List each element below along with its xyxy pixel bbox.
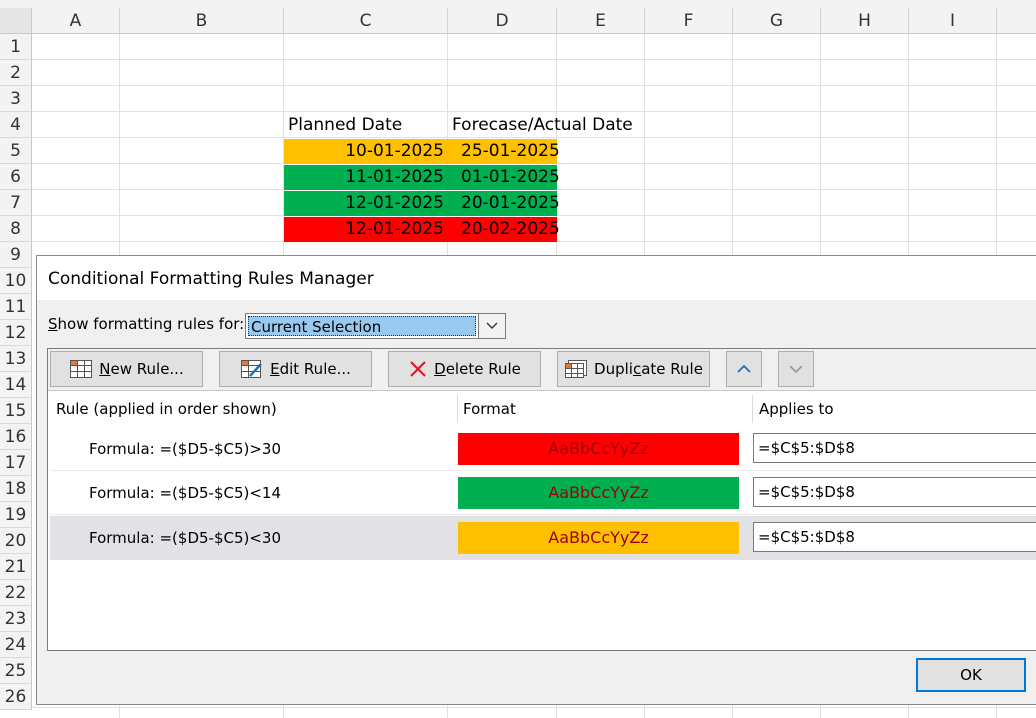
row-header-16[interactable]: 16 <box>0 424 32 450</box>
row-header-18[interactable]: 18 <box>0 476 32 502</box>
chevron-up-icon <box>737 364 751 373</box>
cell-c7[interactable]: 12-01-2025 <box>284 191 448 216</box>
row-header-1[interactable]: 1 <box>0 34 32 60</box>
select-all-corner[interactable] <box>0 8 32 34</box>
conditional-formatting-dialog: Conditional Formatting Rules Manager Sho… <box>36 255 1036 705</box>
delete-x-icon <box>410 361 426 377</box>
applies-column-header: Applies to <box>759 400 834 418</box>
rules-panel: New Rule... Edit Rule... Delete Rule Dup… <box>47 348 1036 651</box>
cell-c8[interactable]: 12-01-2025 <box>284 217 448 242</box>
format-column-header: Format <box>463 400 516 418</box>
row-header-15[interactable]: 15 <box>0 398 32 424</box>
edit-rule-icon <box>241 360 263 378</box>
row-header-10[interactable]: 10 <box>0 268 32 294</box>
row-header-4[interactable]: 4 <box>0 112 32 138</box>
format-preview: AaBbCcYyZz <box>458 477 739 509</box>
cell-d7[interactable]: 20-01-2025 <box>448 191 560 216</box>
chevron-down-icon <box>789 365 803 374</box>
scope-select-value: Current Selection <box>248 316 476 336</box>
row-header-17[interactable]: 17 <box>0 450 32 476</box>
row-header-7[interactable]: 7 <box>0 190 32 216</box>
edit-rule-label: Edit Rule... <box>270 360 351 378</box>
column-header-e[interactable]: E <box>557 8 645 34</box>
rules-toolbar: New Rule... Edit Rule... Delete Rule Dup… <box>48 349 1036 391</box>
cell-d6[interactable]: 01-01-2025 <box>448 165 560 190</box>
duplicate-rule-icon <box>565 360 588 378</box>
new-rule-icon <box>70 360 93 378</box>
row-header-12[interactable]: 12 <box>0 320 32 346</box>
column-header-j[interactable] <box>997 8 1036 34</box>
chevron-down-icon <box>486 322 498 329</box>
row-header-5[interactable]: 5 <box>0 138 32 164</box>
row-header-22[interactable]: 22 <box>0 580 32 606</box>
delete-rule-button[interactable]: Delete Rule <box>388 351 541 387</box>
duplicate-rule-label: Duplicate Rule <box>594 360 703 378</box>
column-header-b[interactable]: B <box>120 8 284 34</box>
new-rule-button[interactable]: New Rule... <box>50 351 203 387</box>
row-header-11[interactable]: 11 <box>0 294 32 320</box>
cell-d5[interactable]: 25-01-2025 <box>448 139 560 164</box>
format-preview: AaBbCcYyZz <box>458 433 739 465</box>
dialog-title: Conditional Formatting Rules Manager <box>37 256 1036 300</box>
column-header-c[interactable]: C <box>284 8 448 34</box>
grid-line <box>32 111 1036 112</box>
column-header-d[interactable]: D <box>448 8 557 34</box>
row-header-8[interactable]: 8 <box>0 216 32 242</box>
row-header-24[interactable]: 24 <box>0 632 32 658</box>
row-header-20[interactable]: 20 <box>0 528 32 554</box>
move-down-button[interactable] <box>778 351 814 387</box>
rule-formula: Formula: =($D5-$C5)>30 <box>89 440 282 458</box>
row-header-3[interactable]: 3 <box>0 86 32 112</box>
rule-row[interactable]: Formula: =($D5-$C5)<14 AaBbCcYyZz =$C$5:… <box>50 471 1036 515</box>
row-header-19[interactable]: 19 <box>0 502 32 528</box>
grid-line <box>32 85 1036 86</box>
row-header-25[interactable]: 25 <box>0 658 32 684</box>
column-header-a[interactable]: A <box>32 8 120 34</box>
duplicate-rule-button[interactable]: Duplicate Rule <box>557 351 710 387</box>
show-label-accesskey: S <box>48 315 58 333</box>
applies-to-input[interactable]: =$C$5:$D$8 <box>753 433 1036 463</box>
row-header-14[interactable]: 14 <box>0 372 32 398</box>
scope-dropdown-button[interactable] <box>478 313 506 339</box>
row-header-26[interactable]: 26 <box>0 684 32 710</box>
column-separator <box>752 395 753 423</box>
rule-formula: Formula: =($D5-$C5)<14 <box>89 484 282 502</box>
cell-d4[interactable]: Forecase/Actual Date <box>448 113 648 138</box>
column-header-g[interactable]: G <box>733 8 821 34</box>
ok-button[interactable]: OK <box>916 658 1026 692</box>
ribbon-edge <box>0 0 1036 8</box>
delete-rule-label: Delete Rule <box>434 360 521 378</box>
column-header-f[interactable]: F <box>645 8 733 34</box>
row-header-23[interactable]: 23 <box>0 606 32 632</box>
row-header-9[interactable]: 9 <box>0 242 32 268</box>
move-up-button[interactable] <box>726 351 762 387</box>
applies-to-input[interactable]: =$C$5:$D$8 <box>753 477 1036 507</box>
scope-select[interactable]: Current Selection <box>245 313 479 339</box>
grid-line <box>32 707 1036 708</box>
cell-c4[interactable]: Planned Date <box>284 113 448 138</box>
edit-rule-button[interactable]: Edit Rule... <box>219 351 372 387</box>
show-rules-label: Show formatting rules for: <box>48 315 244 333</box>
grid-line <box>32 59 1036 60</box>
row-header-6[interactable]: 6 <box>0 164 32 190</box>
cell-c5[interactable]: 10-01-2025 <box>284 139 448 164</box>
row-header-13[interactable]: 13 <box>0 346 32 372</box>
row-header-2[interactable]: 2 <box>0 60 32 86</box>
rule-column-header: Rule (applied in order shown) <box>56 400 277 418</box>
rule-row[interactable]: Formula: =($D5-$C5)>30 AaBbCcYyZz =$C$5:… <box>50 427 1036 471</box>
row-header-21[interactable]: 21 <box>0 554 32 580</box>
rule-formula: Formula: =($D5-$C5)<30 <box>89 529 282 547</box>
new-rule-label: New Rule... <box>99 360 184 378</box>
cell-c6[interactable]: 11-01-2025 <box>284 165 448 190</box>
show-label-text: how formatting rules for: <box>57 315 245 333</box>
format-preview: AaBbCcYyZz <box>458 522 739 554</box>
cell-d8[interactable]: 20-02-2025 <box>448 217 560 242</box>
column-header-i[interactable]: I <box>909 8 997 34</box>
column-separator <box>457 395 458 423</box>
applies-to-input[interactable]: =$C$5:$D$8 <box>753 522 1036 552</box>
column-header-h[interactable]: H <box>821 8 909 34</box>
rule-row-selected[interactable]: Formula: =($D5-$C5)<30 AaBbCcYyZz =$C$5:… <box>50 516 1036 560</box>
